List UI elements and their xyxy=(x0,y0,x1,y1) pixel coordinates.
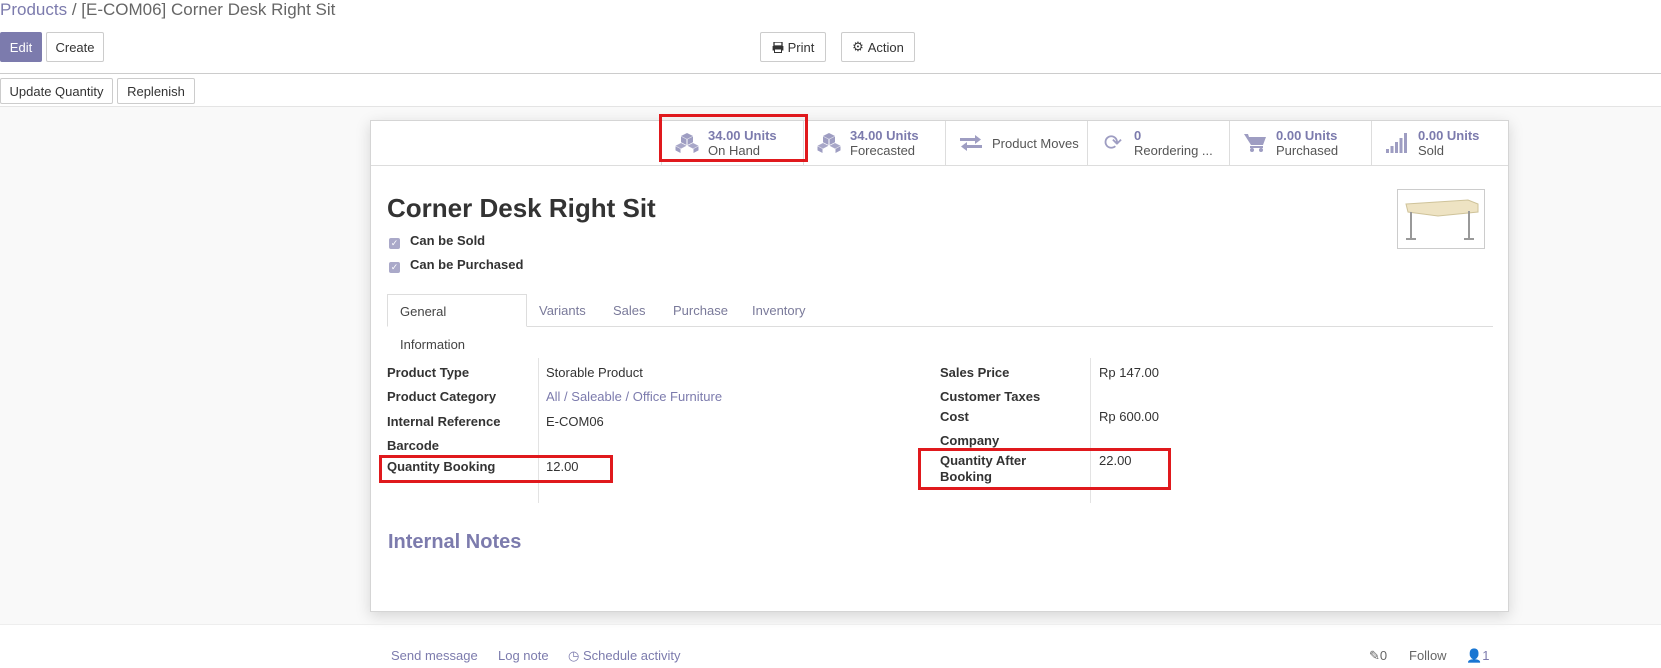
customer-taxes-label: Customer Taxes xyxy=(940,389,1041,404)
can-be-sold-label: Can be Sold xyxy=(410,233,486,248)
internal-reference-field[interactable]: E-COM06 xyxy=(546,414,604,429)
signal-icon xyxy=(1384,133,1410,153)
replenish-button[interactable]: Replenish xyxy=(117,78,195,104)
sales-price-label: Sales Price xyxy=(940,365,1010,380)
reordering-value: 0 xyxy=(1134,128,1142,143)
forecasted-value: 34.00 Units xyxy=(850,128,919,143)
chatter-divider xyxy=(0,624,1661,625)
cart-icon xyxy=(1242,134,1268,152)
sales-price-field[interactable]: Rp 147.00 xyxy=(1099,365,1159,380)
product-category-label: Product Category xyxy=(387,389,497,404)
followers-button[interactable]: 👤1 xyxy=(1466,648,1489,664)
breadcrumb-products-link[interactable]: Products xyxy=(0,0,67,19)
refresh-icon: ⟳ xyxy=(1103,130,1123,155)
followers-count: 1 xyxy=(1482,648,1490,663)
tab-sales[interactable]: Sales xyxy=(613,294,646,327)
print-label: Print xyxy=(787,39,815,55)
gear-icon: ⚙ xyxy=(852,39,864,54)
action-label: Action xyxy=(867,39,904,55)
smart-buttons-divider xyxy=(371,165,1508,166)
can-be-purchased-checkbox[interactable]: ✓ xyxy=(389,262,400,273)
attachments-button[interactable]: ✎0 xyxy=(1369,648,1387,664)
edit-button[interactable]: Edit xyxy=(0,32,42,62)
can-be-purchased-label: Can be Purchased xyxy=(410,257,524,272)
cost-label: Cost xyxy=(940,409,969,424)
sold-label: Sold xyxy=(1418,143,1445,158)
purchased-value: 0.00 Units xyxy=(1276,128,1338,143)
product-image[interactable] xyxy=(1397,189,1485,249)
tab-general-information[interactable]: General Information xyxy=(387,294,527,352)
barcode-label: Barcode xyxy=(387,438,440,453)
control-panel-divider xyxy=(0,73,1661,74)
product-type-field[interactable]: Storable Product xyxy=(546,365,643,380)
reordering-label: Reordering ... xyxy=(1134,143,1213,158)
action-button[interactable]: ⚙ Action xyxy=(841,32,915,62)
attachments-count: 0 xyxy=(1379,648,1388,663)
exchange-icon xyxy=(958,135,984,151)
paperclip-icon: ✎ xyxy=(1369,648,1380,663)
highlight-quantity-booking xyxy=(379,455,613,483)
product-moves-label: Product Moves xyxy=(992,135,1079,151)
sold-value: 0.00 Units xyxy=(1418,128,1480,143)
highlight-on-hand xyxy=(659,114,808,162)
follow-button[interactable]: Follow xyxy=(1409,648,1447,663)
clock-icon: ◷ xyxy=(568,648,580,663)
internal-notes-heading: Internal Notes xyxy=(388,531,522,553)
smart-button-purchased[interactable]: 0.00 Units Purchased xyxy=(1229,121,1371,165)
tab-variants[interactable]: Variants xyxy=(539,294,586,327)
product-type-label: Product Type xyxy=(387,365,470,380)
internal-reference-label: Internal Reference xyxy=(387,414,501,429)
print-button[interactable]: Print xyxy=(760,32,826,62)
company-label: Company xyxy=(940,433,1000,448)
highlight-quantity-after-booking xyxy=(918,448,1171,490)
product-category-link[interactable]: All / Saleable / Office Furniture xyxy=(546,389,722,404)
product-name: Corner Desk Right Sit xyxy=(387,193,656,223)
cost-field[interactable]: Rp 600.00 xyxy=(1099,409,1159,424)
user-icon: 👤 xyxy=(1466,648,1483,663)
breadcrumb-separator: / xyxy=(67,0,82,19)
tab-purchase[interactable]: Purchase xyxy=(673,294,728,327)
smart-button-reordering[interactable]: ⟳ 0 Reordering ... xyxy=(1087,121,1229,165)
print-icon xyxy=(772,41,784,53)
schedule-activity-label: Schedule activity xyxy=(582,648,681,663)
smart-button-product-moves[interactable]: Product Moves xyxy=(945,121,1087,165)
cubes-icon xyxy=(816,133,842,153)
breadcrumb: Products / [E-COM06] Corner Desk Right S… xyxy=(0,0,335,20)
log-note-link[interactable]: Log note xyxy=(498,648,549,663)
smart-button-forecasted[interactable]: 34.00 Units Forecasted xyxy=(803,121,945,165)
breadcrumb-current: [E-COM06] Corner Desk Right Sit xyxy=(81,0,336,19)
tab-inventory[interactable]: Inventory xyxy=(752,294,805,327)
product-form-sheet: 34.00 Units On Hand 34.00 Units Forecasted… xyxy=(370,120,1509,612)
smart-button-sold[interactable]: 0.00 Units Sold xyxy=(1371,121,1508,165)
update-quantity-button[interactable]: Update Quantity xyxy=(0,78,113,104)
create-button[interactable]: Create xyxy=(46,32,104,62)
send-message-link[interactable]: Send message xyxy=(391,648,478,663)
schedule-activity-link[interactable]: ◷ Schedule activity xyxy=(568,648,681,664)
purchased-label: Purchased xyxy=(1276,143,1339,158)
desk-image xyxy=(1405,199,1479,240)
forecasted-label: Forecasted xyxy=(850,143,916,158)
can-be-sold-checkbox[interactable]: ✓ xyxy=(389,238,400,249)
